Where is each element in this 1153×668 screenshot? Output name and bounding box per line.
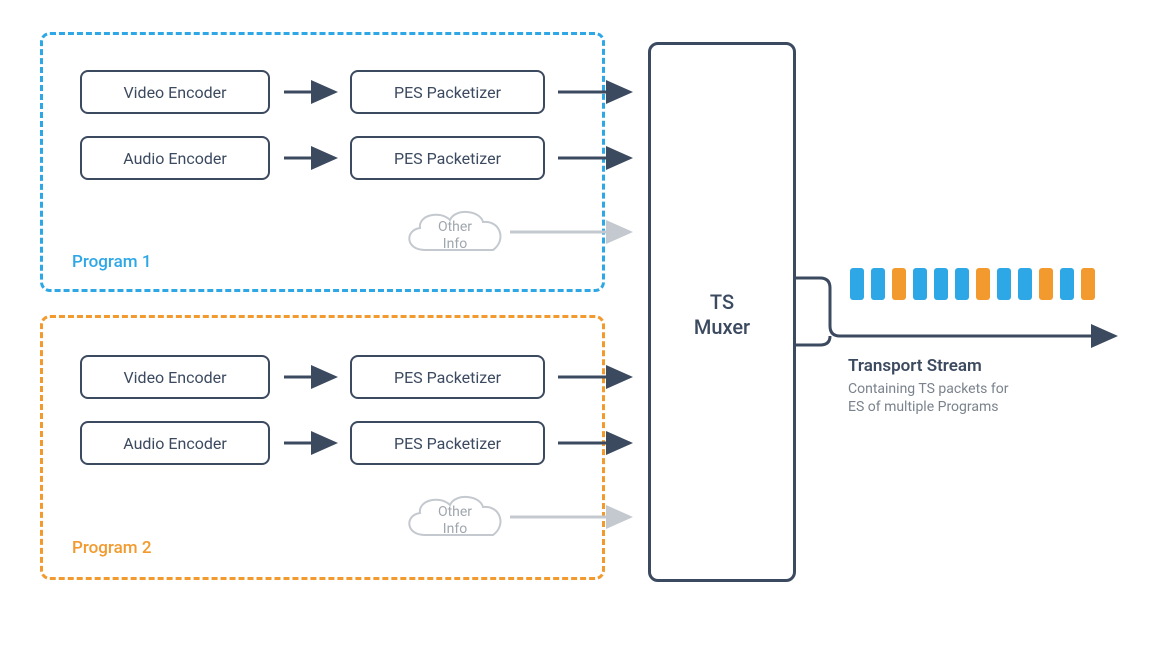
transport-stream-subtitle: Containing TS packets for ES of multiple… [848,380,1008,416]
packet-orange [1039,268,1053,300]
packet-blue [850,268,864,300]
packet-blue [1060,268,1074,300]
ts-sub-l2: ES of multiple Programs [848,399,999,415]
packet-orange [1081,268,1095,300]
packet-blue [871,268,885,300]
arrows-layer [0,0,1153,668]
packet-blue [955,268,969,300]
packet-blue [1018,268,1032,300]
diagram-canvas: Program 1 Video Encoder Audio Encoder PE… [0,0,1153,668]
packet-orange [892,268,906,300]
muxer-l2: Muxer [694,315,750,339]
packet-blue [997,268,1011,300]
packet-blue [934,268,948,300]
transport-stream-title: Transport Stream [848,356,982,376]
ts-sub-l1: Containing TS packets for [848,381,1008,397]
packet-blue [913,268,927,300]
packet-stream [850,268,1095,300]
muxer-l1: TS [710,290,734,314]
packet-orange [976,268,990,300]
ts-muxer-label: TS Muxer [690,290,754,340]
